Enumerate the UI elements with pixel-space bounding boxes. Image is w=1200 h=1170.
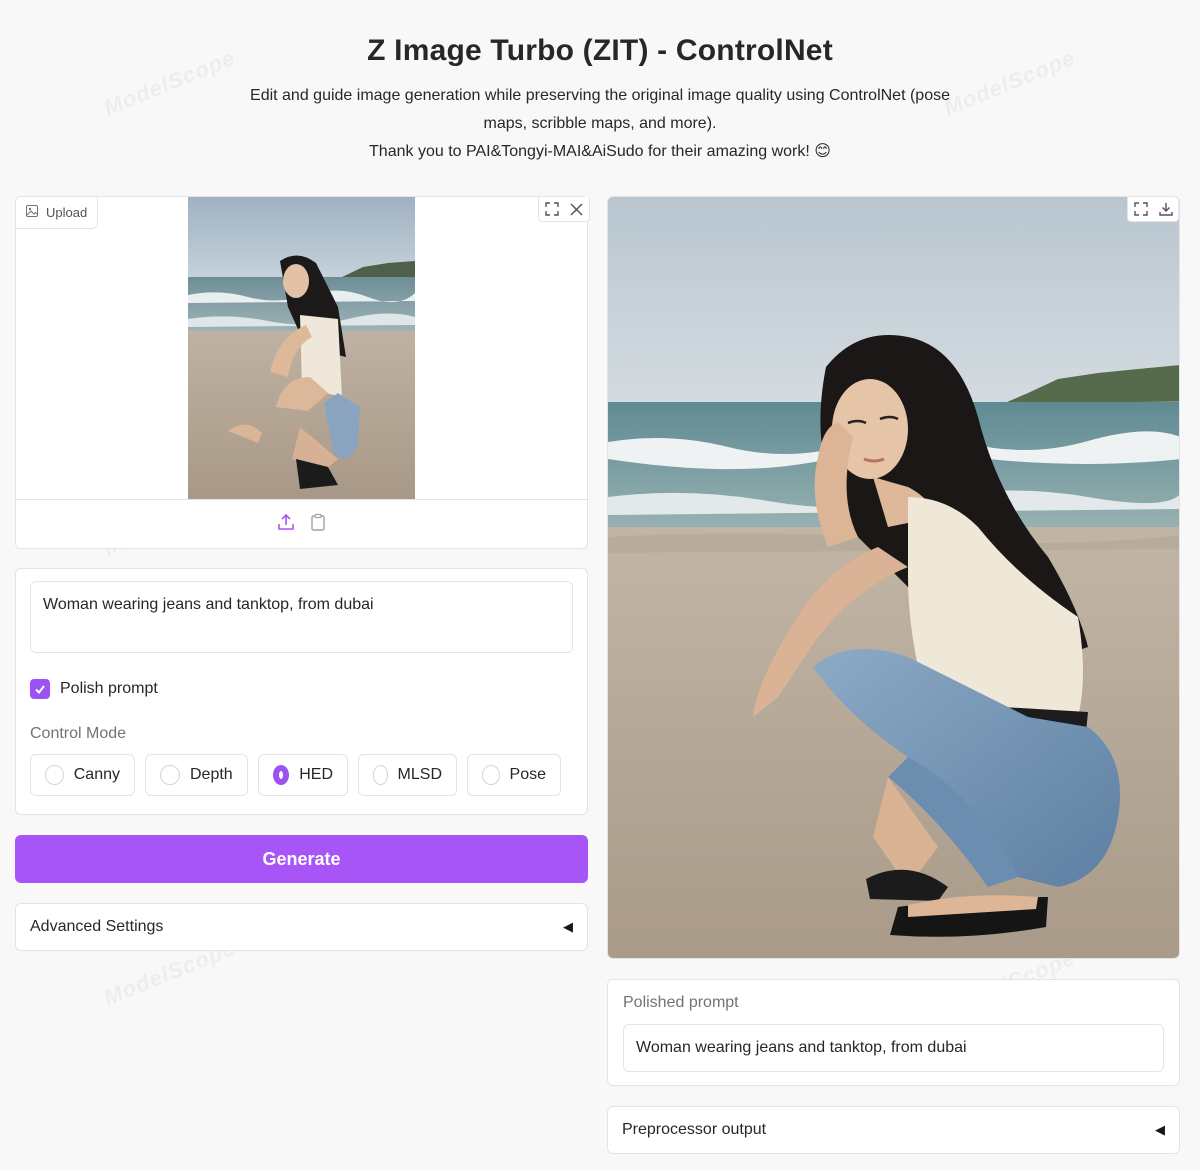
radio-label: Depth [190, 766, 233, 783]
right-column: Polished prompt Woman wearing jeans and … [607, 196, 1180, 1154]
fullscreen-icon[interactable] [1128, 197, 1153, 221]
advanced-settings-accordion[interactable]: Advanced Settings ◀ [15, 903, 588, 951]
prompt-input[interactable]: Woman wearing jeans and tanktop, from du… [30, 581, 573, 653]
radio-circle[interactable] [160, 765, 180, 785]
output-image-toolbar [1127, 197, 1179, 222]
preprocessor-output-label: Preprocessor output [622, 1121, 767, 1138]
radio-canny[interactable]: Canny [30, 754, 135, 796]
page-header: Z Image Turbo (ZIT) - ControlNet Edit an… [0, 0, 1200, 166]
page-description: Edit and guide image generation while pr… [250, 87, 950, 132]
radio-pose[interactable]: Pose [467, 754, 561, 796]
preprocessor-output-accordion[interactable]: Preprocessor output ◀ [607, 1106, 1180, 1154]
close-icon[interactable] [564, 197, 589, 221]
radio-label: MLSD [397, 766, 442, 783]
page-title: Z Image Turbo (ZIT) - ControlNet [367, 34, 833, 67]
checkbox-checked[interactable] [30, 679, 50, 699]
input-image [188, 197, 415, 499]
input-image-panel[interactable]: Upload [15, 196, 590, 549]
input-image-toolbar [538, 197, 590, 222]
radio-circle-selected[interactable] [273, 765, 290, 785]
caret-left-icon[interactable]: ◀ [563, 919, 573, 935]
control-mode-radio-group: Canny Depth HED MLSD Pose [30, 754, 573, 796]
polish-prompt-label: Polish prompt [60, 680, 158, 697]
radio-label: Canny [73, 766, 120, 783]
generate-button[interactable]: Generate [15, 835, 588, 883]
clipboard-icon[interactable] [309, 513, 327, 536]
radio-hed[interactable]: HED [258, 754, 348, 796]
polish-prompt-checkbox[interactable]: Polish prompt [30, 679, 573, 699]
radio-circle[interactable] [373, 765, 388, 785]
controls-panel: Woman wearing jeans and tanktop, from du… [15, 568, 588, 815]
output-image-panel [607, 196, 1180, 959]
image-icon [26, 205, 38, 220]
caret-left-icon[interactable]: ◀ [1155, 1122, 1165, 1138]
control-mode-label: Control Mode [30, 725, 127, 742]
fullscreen-icon[interactable] [539, 197, 564, 221]
radio-circle[interactable] [45, 765, 64, 785]
upload-tag: Upload [16, 197, 99, 229]
download-icon[interactable] [1153, 197, 1178, 221]
output-image [608, 197, 1179, 958]
radio-mlsd[interactable]: MLSD [358, 754, 457, 796]
upload-footer [16, 499, 587, 549]
polished-prompt-panel: Polished prompt Woman wearing jeans and … [607, 979, 1180, 1086]
left-column: Upload Woman wearing jeans and tanktop, … [15, 196, 590, 951]
radio-depth[interactable]: Depth [145, 754, 248, 796]
upload-icon[interactable] [277, 513, 295, 536]
thanks-note: Thank you to PAI&Tongyi-MAI&AiSudo for t… [369, 143, 831, 160]
radio-label: Pose [509, 766, 546, 783]
radio-label: HED [299, 766, 333, 783]
advanced-settings-label: Advanced Settings [30, 918, 164, 935]
radio-circle[interactable] [482, 765, 500, 785]
polished-prompt-field[interactable]: Woman wearing jeans and tanktop, from du… [623, 1024, 1164, 1072]
polished-prompt-label: Polished prompt [623, 994, 739, 1011]
upload-label: Upload [46, 205, 88, 220]
